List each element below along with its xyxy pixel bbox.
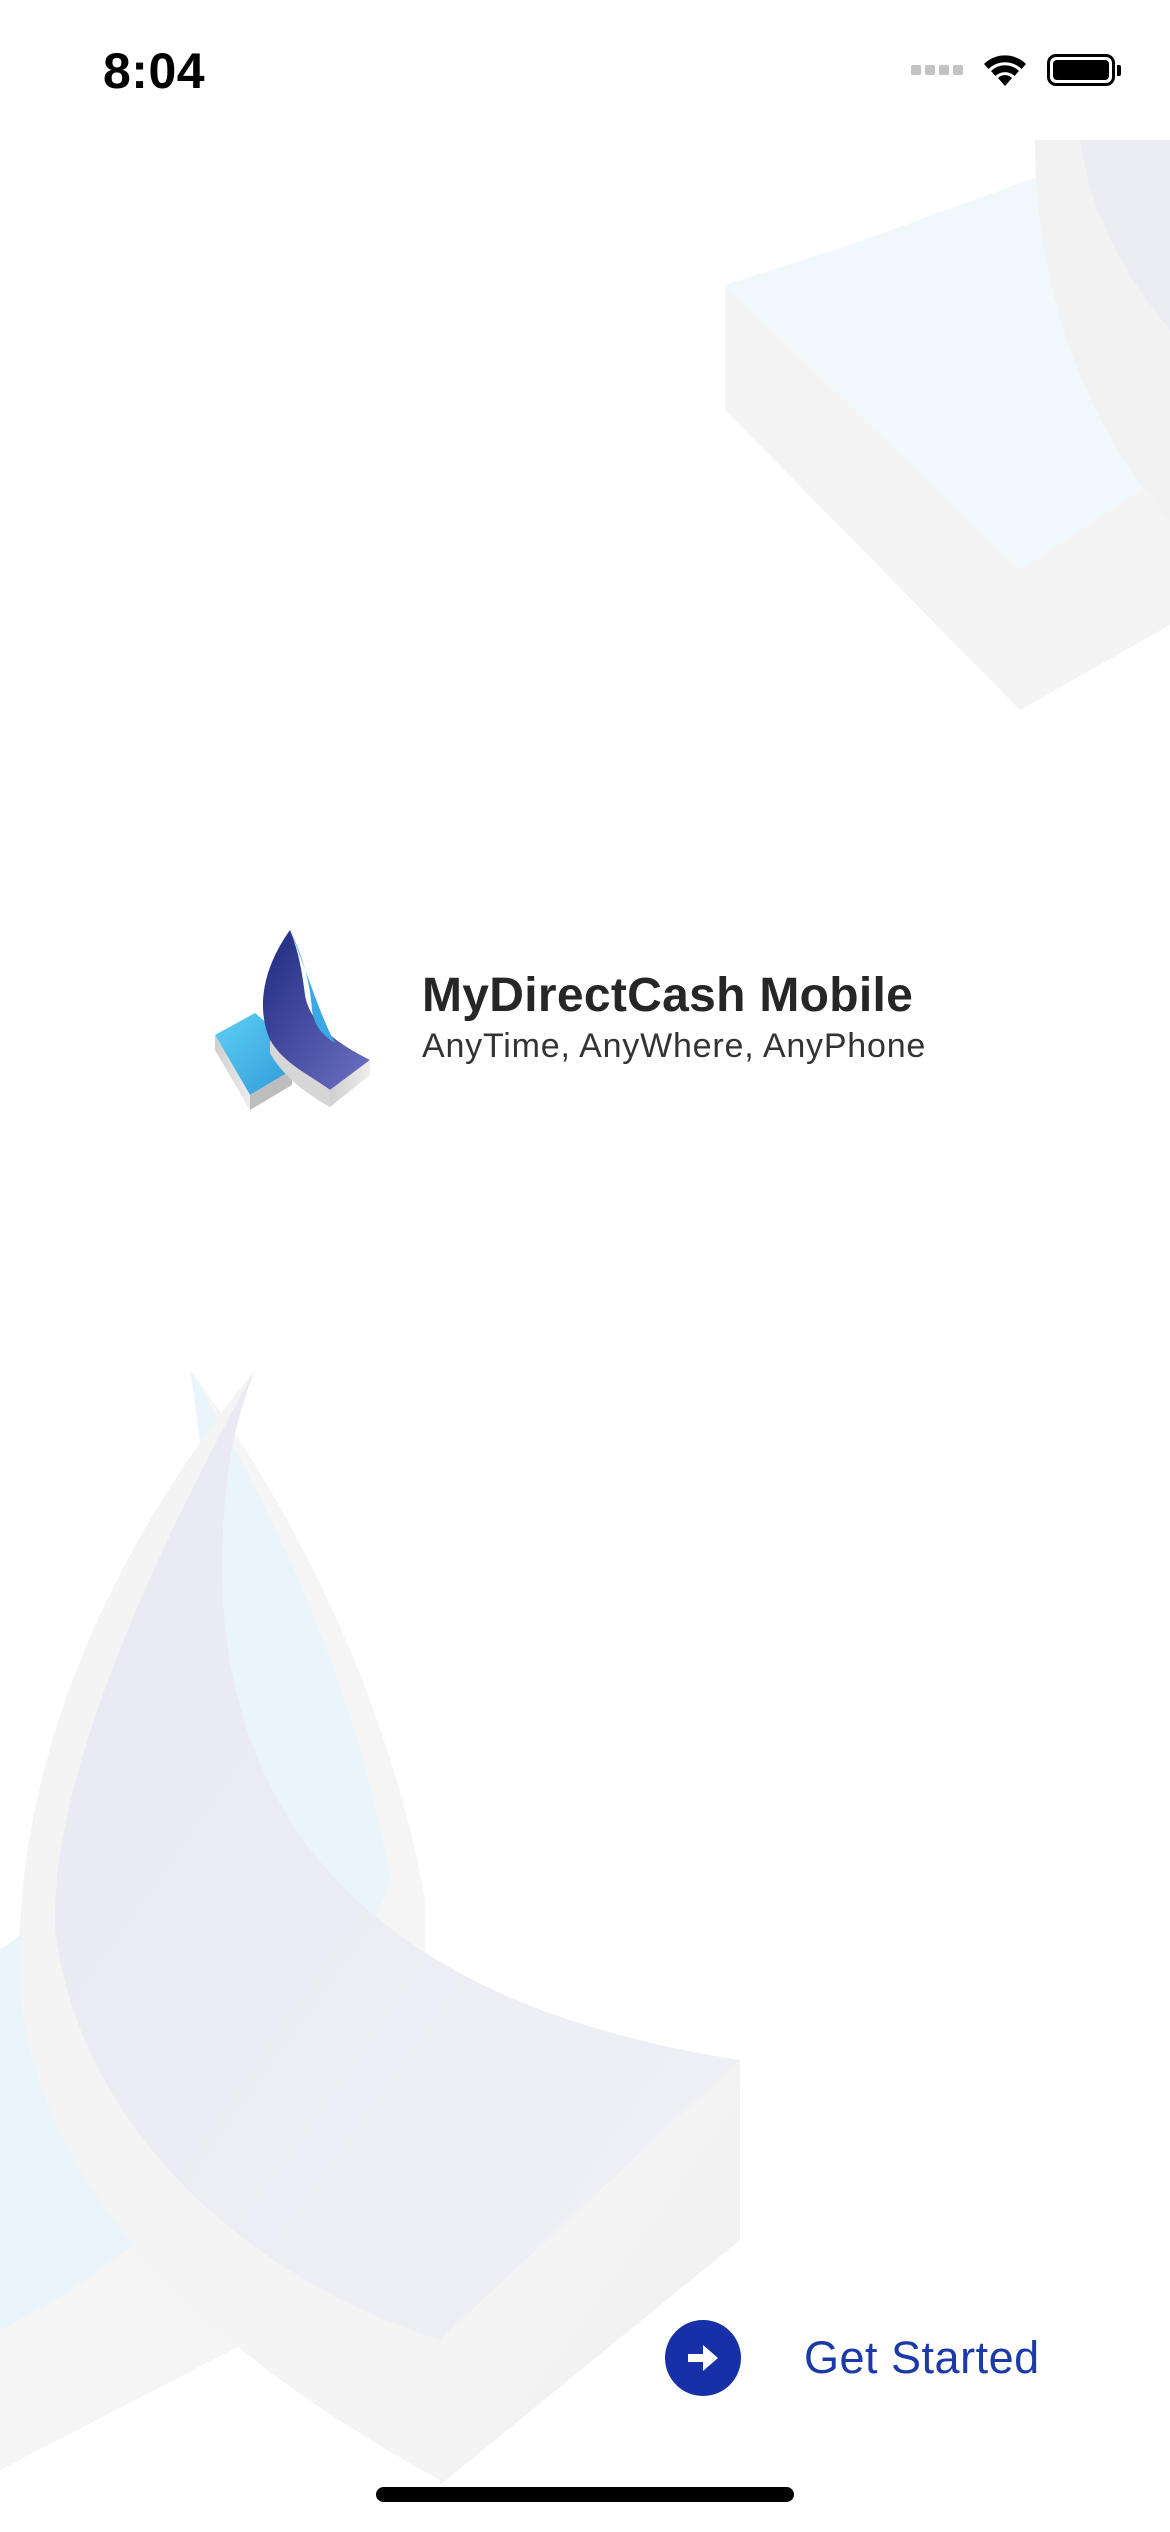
arrow-right-icon[interactable] (665, 2320, 741, 2396)
app-title: MyDirectCash Mobile (422, 968, 914, 1022)
app-tagline: AnyTime, AnyWhere, AnyPhone (422, 1026, 927, 1065)
brand-header: MyDirectCash Mobile AnyTime, AnyWhere, A… (210, 925, 926, 1110)
get-started-button[interactable]: Get Started (665, 2320, 1040, 2396)
brand-text: MyDirectCash Mobile AnyTime, AnyWhere, A… (422, 968, 926, 1068)
get-started-label[interactable]: Get Started (804, 2332, 1040, 2384)
background-decoration (0, 140, 1170, 2485)
status-icons (911, 52, 1121, 88)
status-bar: 8:04 (0, 0, 1170, 140)
battery-icon (1047, 54, 1121, 86)
status-time: 8:04 (103, 43, 206, 99)
signal-icon (911, 65, 963, 75)
home-indicator[interactable] (376, 2487, 794, 2502)
app-logo (215, 930, 370, 1110)
wifi-icon (984, 55, 1026, 86)
